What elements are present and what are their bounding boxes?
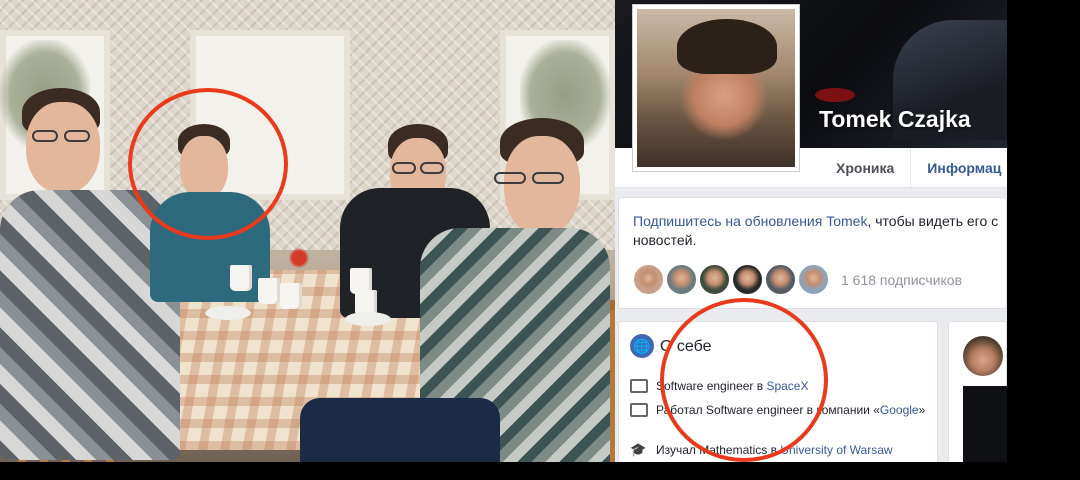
side-card	[948, 321, 1007, 462]
profile-avatar[interactable]	[632, 4, 800, 172]
flowers	[285, 248, 313, 268]
side-media[interactable]	[963, 386, 1007, 462]
follow-card: Подпишитесь на обновления Tomek, чтобы в…	[618, 197, 1007, 309]
followers-row: 1 618 подписчиков	[633, 264, 962, 295]
google-link[interactable]: Google	[880, 403, 919, 417]
bottom-black-bar	[0, 462, 1080, 480]
about-row-tail: »	[918, 403, 926, 417]
follower-avatar[interactable]	[666, 264, 697, 295]
plate	[345, 312, 391, 326]
university-link[interactable]: University of Warsaw	[780, 443, 892, 457]
profile-tabs: Хроника Информац	[820, 148, 1007, 188]
plate	[205, 306, 251, 320]
car-light	[815, 88, 855, 102]
annotation-circle-profile	[660, 298, 828, 462]
tab-timeline[interactable]: Хроника	[820, 148, 912, 187]
cup	[280, 283, 302, 309]
follower-avatar[interactable]	[633, 264, 664, 295]
profile-name[interactable]: Tomek Czajka	[819, 106, 971, 133]
side-avatar[interactable]	[963, 336, 1003, 376]
follow-second-line: новостей.	[633, 232, 697, 248]
follower-avatar[interactable]	[798, 264, 829, 295]
briefcase-icon	[630, 403, 648, 417]
followers-count[interactable]: 1 618 подписчиков	[841, 272, 962, 288]
facebook-profile: Tomek Czajka Хроника Информац Подпишитес…	[615, 0, 1007, 462]
right-black-bar	[1007, 0, 1080, 480]
follow-suffix: , чтобы видеть его с	[867, 213, 999, 229]
follower-avatar[interactable]	[765, 264, 796, 295]
follower-avatar[interactable]	[732, 264, 763, 295]
cup	[258, 278, 280, 304]
globe-icon: 🌐	[630, 334, 654, 358]
follower-avatar[interactable]	[699, 264, 730, 295]
annotation-circle-photo	[128, 88, 288, 240]
group-photo	[0, 0, 615, 462]
cup	[230, 265, 252, 291]
graduation-cap-icon	[630, 443, 648, 457]
tab-info[interactable]: Информац	[911, 148, 1007, 187]
briefcase-icon	[630, 379, 648, 393]
follow-text: Подпишитесь на обновления Tomek, чтобы в…	[633, 212, 1003, 250]
follow-link[interactable]: Подпишитесь на обновления	[633, 213, 826, 229]
follow-name-link[interactable]: Tomek	[826, 213, 867, 229]
